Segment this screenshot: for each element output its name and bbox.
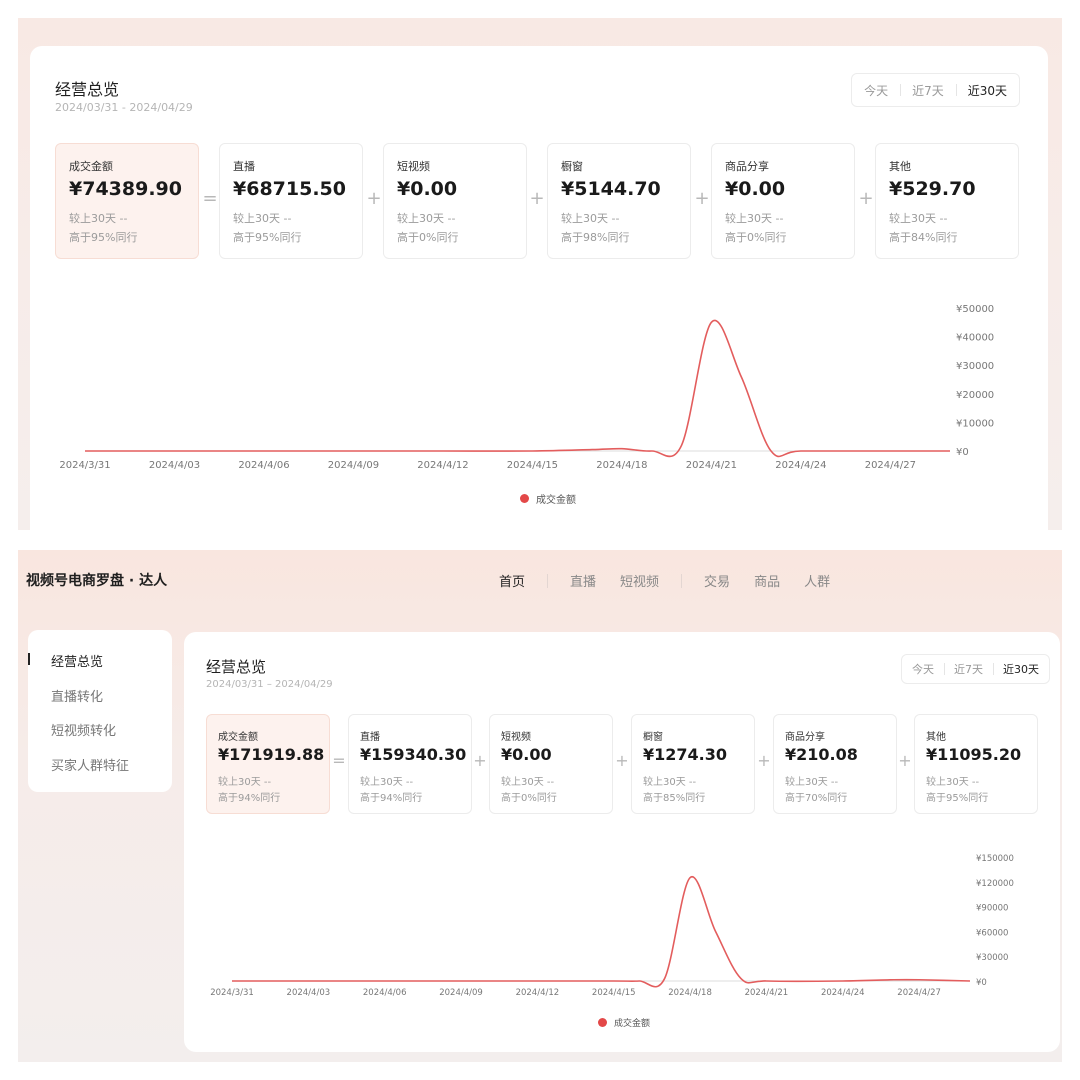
x-tick-label: 2024/4/18	[596, 460, 647, 471]
x-tick-label: 2024/4/21	[745, 988, 789, 998]
sales-line-chart[interactable]: ¥0 ¥10000 ¥20000 ¥30000 ¥40000 ¥50000 2024/3/3…	[30, 46, 1048, 486]
nav-home[interactable]: 首页	[499, 571, 525, 590]
nav-divider	[681, 573, 683, 588]
nav-product[interactable]: 商品	[754, 571, 780, 590]
bottom-screenshot: 视频号电商罗盘 · 达人 首页 直播 短视频 交易 商品 人群 经营总览 直播转…	[18, 550, 1062, 1062]
legend-label: 成交金额	[536, 495, 576, 506]
nav-divider	[547, 573, 549, 588]
y-tick-label: ¥10000	[956, 418, 994, 429]
sidebar-item-live-conversion[interactable]: 直播转化	[51, 686, 103, 705]
legend-label: 成交金额	[614, 1019, 651, 1029]
chart-legend[interactable]: 成交金额	[598, 1016, 650, 1029]
x-tick-label: 2024/3/31	[59, 460, 110, 471]
x-tick-label: 2024/4/27	[897, 988, 941, 998]
sidebar-item-overview[interactable]: 经营总览	[51, 651, 103, 670]
sidebar-item-video-conversion[interactable]: 短视频转化	[51, 720, 116, 739]
x-tick-label: 2024/4/15	[592, 988, 636, 998]
app-name: 视频号电商罗盘 · 达人	[26, 573, 168, 589]
x-tick-label: 2024/4/18	[668, 988, 712, 998]
y-tick-label: ¥0	[976, 978, 987, 988]
top-screenshot: 经营总览 2024/03/31 - 2024/04/29 今天 近7天 近30天…	[18, 18, 1062, 530]
x-tick-label: 2024/4/15	[507, 460, 558, 471]
top-nav: 首页 直播 短视频 交易 商品 人群	[499, 571, 854, 590]
sidebar-item-buyer-audience[interactable]: 买家人群特征	[51, 755, 129, 774]
overview-card: 经营总览 2024/03/31 - 2024/04/29 今天 近7天 近30天…	[30, 46, 1048, 530]
sidebar-active-indicator	[28, 653, 30, 665]
legend-dot	[598, 1018, 607, 1027]
y-tick-label: ¥50000	[956, 304, 994, 315]
x-tick-label: 2024/4/09	[328, 460, 379, 471]
y-tick-label: ¥120000	[976, 879, 1014, 889]
x-tick-label: 2024/4/12	[417, 460, 468, 471]
x-tick-label: 2024/4/12	[516, 988, 560, 998]
y-tick-label: ¥20000	[956, 390, 994, 401]
y-tick-label: ¥40000	[956, 333, 994, 344]
legend-dot	[520, 494, 529, 503]
chart-legend[interactable]: 成交金额	[520, 491, 576, 506]
x-tick-label: 2024/4/03	[287, 988, 331, 998]
x-tick-label: 2024/4/24	[821, 988, 865, 998]
nav-live[interactable]: 直播	[570, 571, 596, 590]
y-tick-label: ¥150000	[976, 854, 1014, 864]
y-tick-label: ¥30000	[956, 361, 994, 372]
y-tick-label: ¥90000	[976, 904, 1008, 914]
x-tick-label: 2024/4/03	[149, 460, 200, 471]
x-tick-label: 2024/4/09	[439, 988, 483, 998]
x-tick-label: 2024/4/24	[775, 460, 826, 471]
x-tick-label: 2024/4/27	[865, 460, 916, 471]
nav-short-video[interactable]: 短视频	[620, 571, 659, 590]
sales-line-chart[interactable]: ¥0 ¥30000 ¥60000 ¥90000 ¥120000 ¥150000 2024/3…	[184, 632, 1060, 1012]
series-line[interactable]	[85, 319, 950, 458]
nav-audience[interactable]: 人群	[804, 571, 830, 590]
y-tick-label: ¥0	[956, 447, 969, 458]
y-tick-label: ¥30000	[976, 953, 1008, 963]
x-tick-label: 2024/4/21	[686, 460, 737, 471]
series-line[interactable]	[232, 876, 971, 988]
x-tick-label: 2024/3/31	[210, 988, 254, 998]
x-tick-label: 2024/4/06	[363, 988, 407, 998]
y-tick-label: ¥60000	[976, 928, 1008, 938]
nav-trade[interactable]: 交易	[704, 571, 730, 590]
overview-card: 经营总览 2024/03/31 – 2024/04/29 今天 近7天 近30天…	[184, 632, 1060, 1052]
x-tick-label: 2024/4/06	[238, 460, 289, 471]
